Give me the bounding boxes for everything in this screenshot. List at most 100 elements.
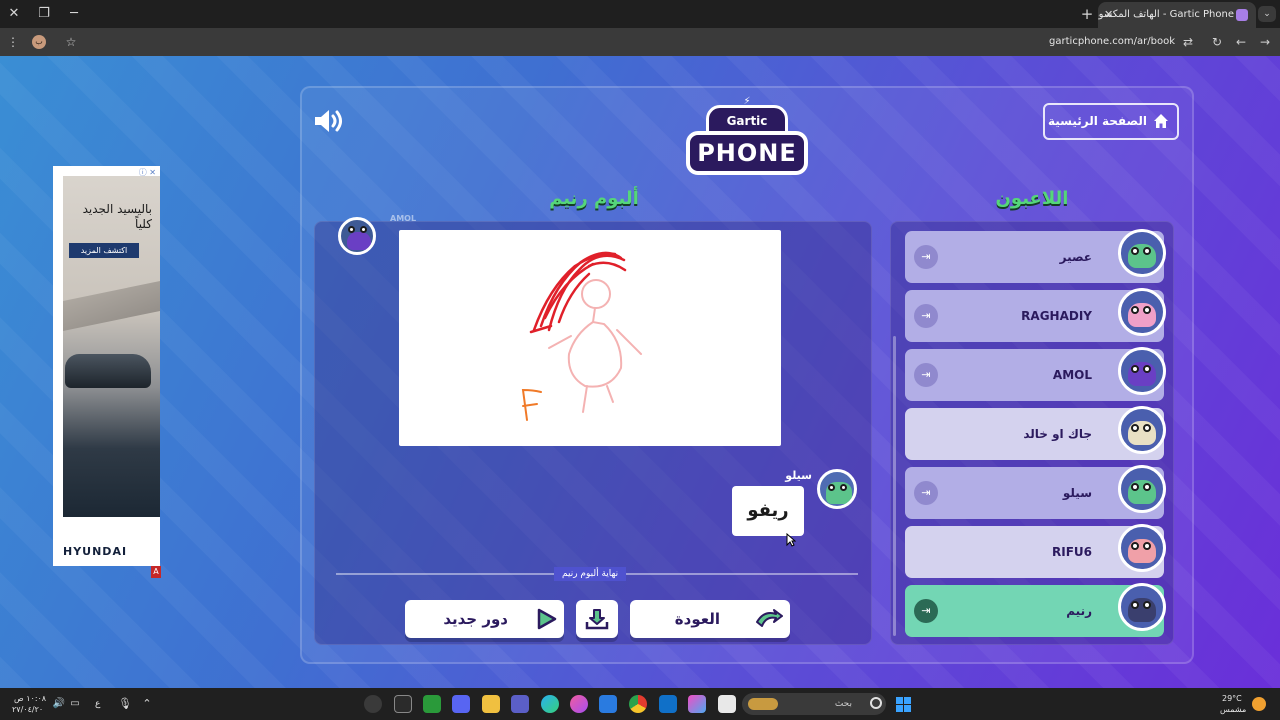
epic-games-icon[interactable] [394, 695, 412, 713]
kick-player-icon[interactable]: ⇥ [914, 245, 938, 269]
players-scrollbar[interactable] [893, 336, 896, 636]
copilot-icon[interactable] [688, 695, 706, 713]
bookmark-star-icon[interactable]: ☆ [62, 33, 80, 51]
home-button[interactable]: الصفحة الرئيسية [1043, 103, 1179, 140]
player-row[interactable]: AMOL ⇥ [905, 347, 1166, 401]
new-round-button[interactable]: دور جديد [405, 600, 564, 638]
avatar-eye [1131, 483, 1139, 491]
avatar-eye [1143, 483, 1151, 491]
player-avatar [1118, 524, 1166, 572]
guesser-name: سيلو [785, 469, 812, 482]
player-row[interactable]: سيلو ⇥ [905, 465, 1166, 519]
clock-time[interactable]: ١٠:٠٨ ص [14, 694, 46, 704]
avatar-eye [1131, 601, 1139, 609]
player-row[interactable]: RIFU6 [905, 524, 1166, 578]
guesser-avatar [817, 469, 857, 509]
search-highlight-icon [748, 698, 778, 710]
network-icon[interactable]: ▭ [66, 695, 84, 713]
avatar-eye [1143, 601, 1151, 609]
drawer-name: AMOL [390, 214, 417, 223]
kick-player-icon[interactable]: ⇥ [914, 363, 938, 387]
ad-building-shape [63, 281, 160, 331]
favicon-icon [1236, 9, 1248, 21]
player-row[interactable]: جاك او خالد [905, 406, 1166, 460]
kick-player-icon[interactable]: ⇥ [914, 481, 938, 505]
clock-date[interactable]: ٢٧/٠٤/٢٠ [12, 705, 43, 715]
player-avatar [1118, 465, 1166, 513]
app-icon[interactable] [364, 695, 382, 713]
tab-close-icon[interactable]: ✕ [1104, 2, 1113, 28]
edge-icon[interactable] [541, 695, 559, 713]
store-icon[interactable] [599, 695, 617, 713]
ad-choices-badge[interactable]: A [151, 566, 161, 578]
window-restore-icon[interactable]: ❐ [34, 4, 54, 24]
ad-banner[interactable]: ⓘ ✕ باليسيد الجديد كلياً اكتشف المزيد HY… [53, 166, 161, 578]
player-avatar [1118, 406, 1166, 454]
microphone-icon[interactable]: 🎙 [116, 695, 134, 713]
player-avatar [1118, 583, 1166, 631]
player-avatar [1118, 288, 1166, 336]
avatar-face [347, 232, 371, 250]
weather-sun-icon[interactable] [1252, 697, 1266, 711]
avatar-eye [1143, 247, 1151, 255]
avatar-eye [1143, 365, 1151, 373]
new-round-label: دور جديد [443, 610, 508, 628]
drawing-canvas [399, 230, 781, 446]
player-row[interactable]: رنيم ⇥ [905, 583, 1166, 637]
xbox-icon[interactable] [423, 695, 441, 713]
volume-icon[interactable]: 🔊 [50, 695, 68, 713]
gartic-phone-logo: ⚡ Gartic PHONE [686, 97, 808, 177]
weather-temp[interactable]: 29°C [1222, 694, 1242, 704]
reload-icon[interactable]: ↻ [1208, 33, 1226, 51]
sound-icon[interactable] [313, 108, 345, 134]
menu-icon[interactable]: ⋮ [4, 33, 22, 51]
back-button[interactable]: العودة [630, 600, 790, 638]
back-icon[interactable]: → [1256, 33, 1274, 51]
tab-title: Gartic Phone - الهاتف المكسور [1098, 9, 1234, 20]
avatar-eye [1131, 542, 1139, 550]
teams-icon[interactable] [511, 695, 529, 713]
url-text[interactable]: garticphone.com/ar/book [1000, 34, 1175, 50]
mouse-cursor-icon [786, 533, 796, 547]
player-name: جاك او خالد [1023, 427, 1092, 441]
logo-bottom-text: PHONE [686, 131, 808, 175]
file-manager-icon[interactable] [718, 695, 736, 713]
ad-brand-logo: HYUNDAI [63, 545, 128, 558]
window-close-icon[interactable]: ✕ [4, 4, 24, 24]
browser-tab-bar: ✕ ❐ ─ + Gartic Phone - الهاتف المكسور ✕ … [0, 0, 1280, 28]
outlook-icon[interactable] [659, 695, 677, 713]
site-settings-icon[interactable]: ⇄ [1179, 33, 1197, 51]
profile-avatar[interactable]: ب [32, 35, 46, 49]
back-arrow-icon [756, 609, 783, 627]
kick-player-icon[interactable]: ⇥ [914, 304, 938, 328]
forward-icon[interactable]: ← [1232, 33, 1250, 51]
avatar-eye [1131, 247, 1139, 255]
windows-start-icon[interactable] [896, 697, 911, 712]
album-title: ألبوم رنيم [549, 188, 639, 209]
player-row[interactable]: RAGHADIY ⇥ [905, 288, 1166, 342]
chrome-icon[interactable] [629, 695, 647, 713]
kick-player-icon[interactable]: ⇥ [914, 599, 938, 623]
window-minimize-icon[interactable]: ─ [64, 4, 84, 24]
avatar-eye [348, 226, 355, 233]
player-name: RAGHADIY [1021, 309, 1092, 323]
language-indicator[interactable]: ع [95, 699, 100, 709]
music-icon[interactable] [570, 695, 588, 713]
explorer-icon[interactable] [482, 695, 500, 713]
weather-desc[interactable]: مشمس [1220, 705, 1246, 715]
avatar-eye [840, 484, 847, 491]
avatar-eye [1143, 542, 1151, 550]
ad-title: باليسيد الجديد كلياً [82, 202, 152, 231]
new-tab-button[interactable]: + [1078, 4, 1096, 24]
address-bar: ⋮ ب ☆ garticphone.com/ar/book ⇄ ↻ ← → [0, 28, 1280, 56]
discord-icon[interactable] [452, 695, 470, 713]
download-button[interactable] [576, 600, 618, 638]
taskbar: 29°C مشمس بحث ⌃ 🎙 ع ▭ 🔊 ١٠:٠٨ ص ٢٧/٠٤/٢٠ [0, 688, 1280, 720]
tab-search-icon[interactable]: ⌄ [1258, 6, 1276, 22]
browser-tab[interactable]: Gartic Phone - الهاتف المكسور ✕ [1098, 2, 1256, 28]
download-icon [585, 609, 609, 630]
ad-cta-button[interactable]: اكتشف المزيد [69, 243, 139, 258]
play-icon [537, 608, 557, 630]
player-row[interactable]: عصير ⇥ [905, 229, 1166, 283]
tray-chevron-icon[interactable]: ⌃ [138, 695, 156, 713]
